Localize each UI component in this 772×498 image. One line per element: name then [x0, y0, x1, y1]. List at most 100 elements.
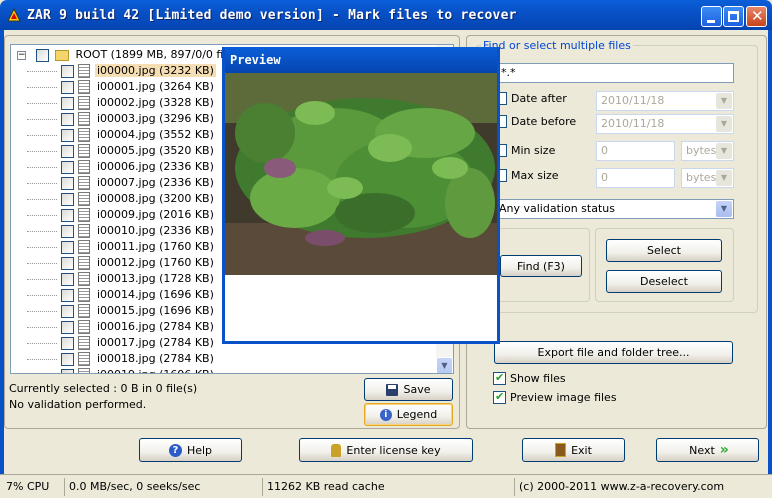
file-checkbox[interactable]: [61, 336, 74, 350]
export-tree-label: Export file and folder tree...: [537, 346, 690, 359]
deselect-button[interactable]: Deselect: [606, 270, 722, 293]
chevron-down-icon[interactable]: ▼: [716, 93, 732, 109]
preview-images-box[interactable]: [493, 390, 506, 404]
tree-file-row[interactable]: i00012.jpg (1760 KB): [27, 255, 216, 271]
tree-file-row[interactable]: i00010.jpg (2336 KB): [27, 223, 216, 239]
date-before-field[interactable]: 2010/11/18 ▼: [596, 114, 734, 134]
file-label: i00011.jpg (1760 KB): [97, 240, 214, 253]
date-after-field[interactable]: 2010/11/18 ▼: [596, 91, 734, 111]
tree-root-row[interactable]: − ROOT (1899 MB, 897/0/0 file(s)): [17, 47, 252, 63]
file-label: i00016.jpg (2784 KB): [97, 320, 214, 333]
validation-status-text: No validation performed.: [9, 398, 147, 411]
tree-file-row[interactable]: i00019.jpg (1696 KB): [61, 367, 216, 373]
file-checkbox[interactable]: [61, 272, 74, 286]
file-checkbox[interactable]: [61, 288, 74, 302]
tree-file-row[interactable]: i00016.jpg (2784 KB): [27, 319, 216, 335]
file-checkbox[interactable]: [61, 176, 74, 190]
tree-connector: [27, 343, 57, 344]
collapse-icon[interactable]: −: [17, 50, 26, 60]
next-button[interactable]: Next »: [656, 438, 759, 462]
validation-status-select[interactable]: Any validation status ▼: [494, 199, 734, 219]
min-size-checkbox[interactable]: Min size: [494, 144, 555, 157]
file-checkbox[interactable]: [61, 224, 74, 238]
file-checkbox[interactable]: [61, 352, 74, 366]
image-file-icon: [78, 96, 90, 110]
image-file-icon: [78, 240, 90, 254]
show-files-box[interactable]: [493, 371, 506, 385]
tree-file-row[interactable]: i00004.jpg (3552 KB): [27, 127, 216, 143]
image-file-icon: [78, 192, 90, 206]
file-label: i00005.jpg (3520 KB): [97, 144, 214, 157]
min-size-unit-select[interactable]: bytes ▼: [681, 141, 734, 161]
chevron-down-icon[interactable]: ▼: [716, 143, 732, 159]
help-button[interactable]: ? Help: [139, 438, 242, 462]
close-button[interactable]: ✕: [746, 6, 767, 27]
export-tree-button[interactable]: Export file and folder tree...: [494, 341, 733, 364]
chevron-down-icon[interactable]: ▼: [716, 170, 732, 186]
scroll-down-icon[interactable]: ▼: [436, 357, 453, 373]
save-button[interactable]: Save: [364, 378, 453, 401]
file-checkbox[interactable]: [61, 208, 74, 222]
image-file-icon: [78, 112, 90, 126]
chevron-down-icon[interactable]: ▼: [716, 116, 732, 132]
show-files-checkbox[interactable]: Show files: [493, 371, 566, 385]
tree-file-row[interactable]: i00014.jpg (1696 KB): [27, 287, 216, 303]
file-checkbox[interactable]: [61, 160, 74, 174]
file-checkbox[interactable]: [61, 128, 74, 142]
preview-images-checkbox[interactable]: Preview image files: [493, 390, 617, 404]
exit-button[interactable]: Exit: [522, 438, 625, 462]
tree-file-row[interactable]: i00007.jpg (2336 KB): [27, 175, 216, 191]
file-checkbox[interactable]: [61, 144, 74, 158]
find-button[interactable]: Find (F3): [500, 255, 582, 277]
copyright-status: (c) 2000-2011 www.z-a-recovery.com: [514, 478, 770, 496]
file-checkbox[interactable]: [61, 96, 74, 110]
image-file-icon: [78, 208, 90, 222]
max-size-checkbox[interactable]: Max size: [494, 169, 559, 182]
date-before-checkbox[interactable]: Date before: [494, 115, 576, 128]
tree-file-row[interactable]: i00003.jpg (3296 KB): [27, 111, 216, 127]
file-checkbox[interactable]: [61, 368, 74, 373]
tree-file-row[interactable]: i00002.jpg (3328 KB): [27, 95, 216, 111]
min-size-input[interactable]: 0: [596, 141, 675, 161]
file-label: i00007.jpg (2336 KB): [97, 176, 214, 189]
tree-file-row[interactable]: i00006.jpg (2336 KB): [27, 159, 216, 175]
file-checkbox[interactable]: [61, 240, 74, 254]
file-checkbox[interactable]: [61, 192, 74, 206]
file-checkbox[interactable]: [61, 80, 74, 94]
minimize-button[interactable]: [701, 6, 722, 27]
file-checkbox[interactable]: [61, 320, 74, 334]
max-size-unit-select[interactable]: bytes ▼: [681, 168, 734, 188]
file-checkbox[interactable]: [61, 256, 74, 270]
validation-status-value: Any validation status: [499, 202, 615, 215]
tree-file-row[interactable]: i00015.jpg (1696 KB): [27, 303, 216, 319]
root-checkbox[interactable]: [35, 48, 49, 62]
exit-door-icon: [555, 443, 567, 457]
tree-file-row[interactable]: i00000.jpg (3232 KB): [27, 63, 216, 79]
file-checkbox[interactable]: [61, 112, 74, 126]
tree-file-row[interactable]: i00008.jpg (3200 KB): [27, 191, 216, 207]
file-label: i00003.jpg (3296 KB): [97, 112, 214, 125]
maximize-button[interactable]: [723, 6, 744, 27]
image-file-icon: [78, 144, 90, 158]
tree-file-row[interactable]: i00011.jpg (1760 KB): [27, 239, 216, 255]
max-size-input[interactable]: 0: [596, 168, 675, 188]
date-after-checkbox[interactable]: Date after: [494, 92, 567, 105]
tree-file-row[interactable]: i00005.jpg (3520 KB): [27, 143, 216, 159]
tree-file-row[interactable]: i00018.jpg (2784 KB): [27, 351, 216, 367]
legend-button[interactable]: i Legend: [364, 403, 453, 426]
chevron-down-icon[interactable]: ▼: [716, 201, 732, 217]
file-checkbox[interactable]: [61, 304, 74, 318]
image-file-icon: [78, 256, 90, 270]
floppy-icon: [386, 383, 399, 396]
select-button[interactable]: Select: [606, 239, 722, 262]
enter-license-button[interactable]: Enter license key: [299, 438, 473, 462]
tree-file-row[interactable]: i00013.jpg (1728 KB): [27, 271, 216, 287]
cpu-status: 7% CPU: [6, 480, 50, 493]
file-checkbox[interactable]: [61, 64, 74, 78]
zar-app-icon: [7, 7, 21, 22]
tree-file-row[interactable]: i00001.jpg (3264 KB): [27, 79, 216, 95]
file-mask-input[interactable]: *.*: [496, 63, 734, 83]
image-file-icon: [78, 224, 90, 238]
tree-file-row[interactable]: i00009.jpg (2016 KB): [27, 207, 216, 223]
tree-file-row[interactable]: i00017.jpg (2784 KB): [27, 335, 216, 351]
